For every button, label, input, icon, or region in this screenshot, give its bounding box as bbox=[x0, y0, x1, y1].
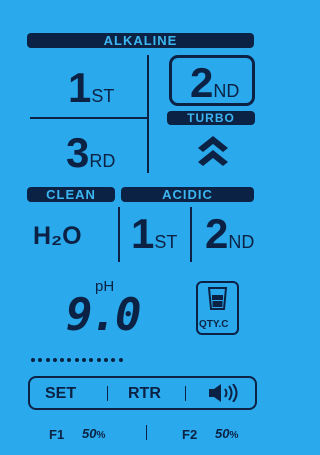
ph-dot bbox=[52, 358, 57, 362]
ph-dot bbox=[31, 358, 35, 362]
f2-value: 50% bbox=[215, 426, 238, 441]
ph-dot bbox=[89, 358, 94, 362]
ph-dot bbox=[45, 358, 50, 362]
set-button[interactable]: SET bbox=[45, 385, 76, 403]
clean-h2o-button[interactable]: H₂O bbox=[33, 222, 82, 251]
ph-dot bbox=[111, 358, 116, 362]
f1-value-unit: % bbox=[96, 430, 106, 441]
f1-value-number: 50 bbox=[82, 426, 97, 441]
ph-dot bbox=[67, 358, 72, 362]
ph-dot bbox=[60, 358, 65, 362]
alkaline-1st-button[interactable]: 1ST bbox=[68, 67, 114, 109]
alkaline-2nd-label: 2ND bbox=[190, 59, 240, 106]
controls-divider-2 bbox=[185, 386, 186, 401]
ph-dot bbox=[38, 358, 43, 362]
alkaline-divider-vertical bbox=[147, 55, 149, 173]
ph-level-dots bbox=[31, 349, 126, 362]
ph-dot bbox=[103, 358, 108, 362]
acidic-divider-left bbox=[118, 207, 120, 262]
ph-dot bbox=[96, 358, 101, 362]
acidic-1st-button[interactable]: 1ST bbox=[131, 213, 177, 255]
ph-value: 9.0 bbox=[66, 290, 141, 341]
f2-label: F2 bbox=[182, 427, 198, 442]
controls-divider-1 bbox=[107, 386, 108, 401]
alkaline-divider-horizontal bbox=[30, 117, 147, 119]
control-panel: ALKALINE 1ST 2ND TURBO 3RD CLEAN ACIDIC … bbox=[0, 0, 278, 455]
double-chevron-up-icon[interactable] bbox=[196, 136, 230, 168]
ph-dot bbox=[74, 358, 79, 362]
f1-label: F1 bbox=[49, 427, 65, 442]
alkaline-3rd-button[interactable]: 3RD bbox=[66, 132, 115, 174]
ph-dot bbox=[82, 358, 87, 362]
rtr-button[interactable]: RTR bbox=[128, 385, 161, 403]
acidic-divider-right bbox=[190, 207, 192, 262]
acidic-2nd-button[interactable]: 2ND bbox=[205, 213, 254, 255]
alkaline-header: ALKALINE bbox=[27, 33, 254, 48]
f2-value-number: 50 bbox=[215, 426, 230, 441]
clean-header: CLEAN bbox=[27, 187, 115, 202]
f2-value-unit: % bbox=[229, 430, 239, 441]
speaker-icon[interactable] bbox=[209, 384, 241, 402]
filters-divider bbox=[146, 425, 147, 440]
ph-dot bbox=[118, 358, 123, 362]
qty-label: QTY.C bbox=[199, 319, 229, 330]
acidic-header: ACIDIC bbox=[121, 187, 254, 202]
cup-icon bbox=[208, 287, 227, 310]
f1-value: 50% bbox=[82, 426, 105, 441]
turbo-label: TURBO bbox=[167, 111, 255, 125]
